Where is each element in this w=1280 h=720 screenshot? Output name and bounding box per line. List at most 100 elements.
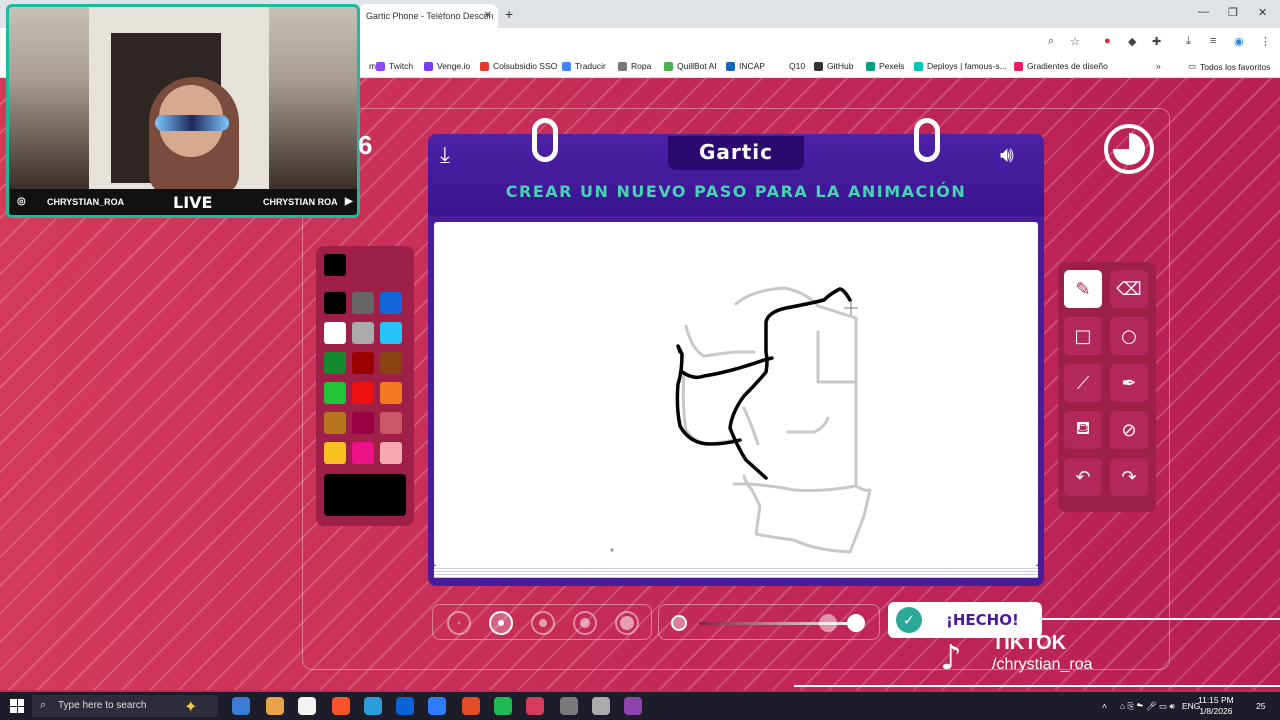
bookmark-item[interactable]: Venge.io — [424, 61, 470, 71]
tray-chevron-icon[interactable]: ˄ — [1102, 701, 1107, 711]
taskbar-app-icon[interactable] — [494, 697, 512, 715]
download-icon[interactable]: ⤓ — [1186, 35, 1191, 48]
bookmark-item[interactable]: Colsubsidio SSO — [480, 61, 557, 71]
color-swatch[interactable] — [380, 382, 402, 404]
media-icon[interactable]: ≡ — [1210, 35, 1216, 47]
extensions-puzzle-icon[interactable]: ✚ — [1152, 35, 1161, 48]
color-swatch[interactable] — [324, 352, 346, 374]
minimize-button[interactable]: — — [1198, 6, 1209, 18]
color-swatch[interactable] — [324, 322, 346, 344]
bookmark-item[interactable]: Q10 — [776, 61, 805, 71]
color-swatch[interactable] — [352, 442, 374, 464]
stream-name-bar: ◎ CHRYSTIAN_ROA LIVE CHRYSTIAN ROA ▶ — [9, 189, 357, 215]
taskbar-app-icon[interactable] — [332, 697, 350, 715]
pencil-tool[interactable]: ✎ — [1064, 270, 1102, 308]
opacity-slider-handle[interactable] — [847, 614, 865, 632]
taskbar-app-icon[interactable] — [364, 697, 382, 715]
board-header: Gartic ⤓ 🔊︎ CREAR UN NUEVO PASO PARA LA … — [428, 118, 1044, 216]
taskbar-app-icon[interactable] — [592, 697, 610, 715]
taskbar-app-icon[interactable] — [396, 697, 414, 715]
color-swatch[interactable] — [352, 412, 374, 434]
bookmark-label: Traducir — [575, 61, 606, 71]
brush-size-option[interactable] — [447, 611, 471, 635]
color-swatch[interactable] — [352, 322, 374, 344]
current-stroke — [728, 287, 852, 480]
close-window-button[interactable]: ✕ — [1258, 6, 1267, 19]
extension-icon[interactable]: ● — [1104, 35, 1111, 47]
menu-icon[interactable]: ⋮ — [1260, 35, 1271, 48]
onion-skin-stroke — [786, 416, 830, 434]
color-swatch[interactable] — [324, 412, 346, 434]
color-swatch[interactable] — [352, 292, 374, 314]
brush-size-option[interactable] — [489, 611, 513, 635]
star-icon[interactable]: ☆ — [1070, 35, 1080, 48]
opacity-min-icon[interactable] — [671, 615, 687, 631]
restore-button[interactable]: ❐ — [1228, 6, 1238, 19]
more-bookmarks-button[interactable]: » — [1156, 61, 1161, 71]
color-swatch[interactable] — [324, 442, 346, 464]
brush-size-option[interactable] — [573, 611, 597, 635]
volume-icon[interactable]: 🔊︎ — [1000, 142, 1014, 168]
tray-app-icons[interactable]: ⌂ ⎘ ☁ 🎤︎ ▭ 🔊︎ — [1120, 701, 1175, 712]
taskbar-app-icon[interactable] — [560, 697, 578, 715]
eraser-tool[interactable]: ⌫ — [1110, 270, 1148, 308]
selected-color-swatch[interactable] — [324, 254, 346, 276]
brush-size-option[interactable] — [531, 611, 555, 635]
undo-tool[interactable]: ↶ — [1064, 458, 1102, 496]
opacity-stop[interactable] — [819, 614, 837, 632]
taskbar-app-icon[interactable] — [462, 697, 480, 715]
profile-avatar-icon[interactable]: ◉ — [1234, 35, 1244, 48]
all-bookmarks-button[interactable]: ▭ Todos los favoritos — [1188, 61, 1270, 72]
redo-tool[interactable]: ↷ — [1110, 458, 1148, 496]
brush-size-option[interactable] — [615, 611, 639, 635]
color-swatch[interactable] — [380, 442, 402, 464]
tool-panel: ✎ ⌫ □ ○ ⟋ ✒ ⛾ ⊘ ↶ ↷ — [1058, 262, 1156, 512]
color-swatch[interactable] — [324, 292, 346, 314]
taskbar-app-icon[interactable] — [266, 697, 284, 715]
tab-close-icon[interactable]: ✕ — [484, 10, 492, 21]
color-swatch[interactable] — [352, 382, 374, 404]
streamer-name-left: CHRYSTIAN_ROA — [47, 197, 125, 207]
extension-icon[interactable]: ◆ — [1128, 35, 1136, 48]
bookmark-item[interactable]: Traducir — [562, 61, 606, 71]
notification-badge[interactable]: 25 — [1256, 701, 1265, 711]
bookmark-item[interactable]: Ropa — [618, 61, 651, 71]
clear-tool[interactable]: ⊘ — [1110, 411, 1148, 449]
tab-gartic-phone[interactable]: Gartic Phone - Teléfono Descon ✕ — [358, 4, 498, 28]
line-tool[interactable]: ⟋ — [1064, 364, 1102, 402]
canvas-page-edge — [434, 566, 1038, 578]
bookmark-label: Venge.io — [437, 61, 471, 71]
bookmark-item[interactable]: GitHub — [814, 61, 853, 71]
bookmark-favicon-icon — [776, 61, 785, 71]
bookmark-item[interactable]: Gradientes de diseño — [1014, 61, 1108, 71]
download-drawing-icon[interactable]: ⤓ — [440, 142, 450, 168]
new-tab-button[interactable]: + — [505, 6, 513, 22]
rectangle-tool[interactable]: □ — [1064, 317, 1102, 355]
color-swatch[interactable] — [380, 352, 402, 374]
fill-tool[interactable]: ⛾ — [1064, 411, 1102, 449]
bookmark-item[interactable]: QuillBot AI — [664, 61, 717, 71]
eyedropper-tool[interactable]: ✒ — [1110, 364, 1148, 402]
color-swatch[interactable] — [380, 412, 402, 434]
color-swatch[interactable] — [324, 382, 346, 404]
taskbar-app-icon[interactable] — [298, 697, 316, 715]
taskbar-app-icon[interactable] — [428, 697, 446, 715]
bookmark-item[interactable]: INCAP — [726, 61, 765, 71]
color-swatch[interactable] — [352, 352, 374, 374]
color-swatch[interactable] — [380, 322, 402, 344]
taskbar-app-icon[interactable] — [232, 697, 250, 715]
zoom-icon[interactable]: ⌕ — [1048, 35, 1054, 48]
bookmark-item[interactable]: Pexels — [866, 61, 905, 71]
onion-skin-stroke — [816, 330, 856, 384]
windows-start-icon[interactable] — [10, 699, 24, 713]
bookmark-item[interactable]: Twitch — [376, 61, 413, 71]
bookmark-label: INCAP — [739, 61, 765, 71]
taskbar-app-icon[interactable] — [526, 697, 544, 715]
drawing-canvas[interactable] — [434, 222, 1038, 566]
ellipse-tool[interactable]: ○ — [1110, 317, 1148, 355]
taskbar-clock[interactable]: 11:15 PM 1/8/2026 — [1198, 695, 1234, 717]
taskbar-app-icon[interactable] — [624, 697, 642, 715]
color-swatch[interactable] — [380, 292, 402, 314]
taskbar-app-icon[interactable]: ✦ — [184, 697, 214, 716]
bookmark-item[interactable]: Deploys | famous-s... — [914, 61, 1007, 71]
